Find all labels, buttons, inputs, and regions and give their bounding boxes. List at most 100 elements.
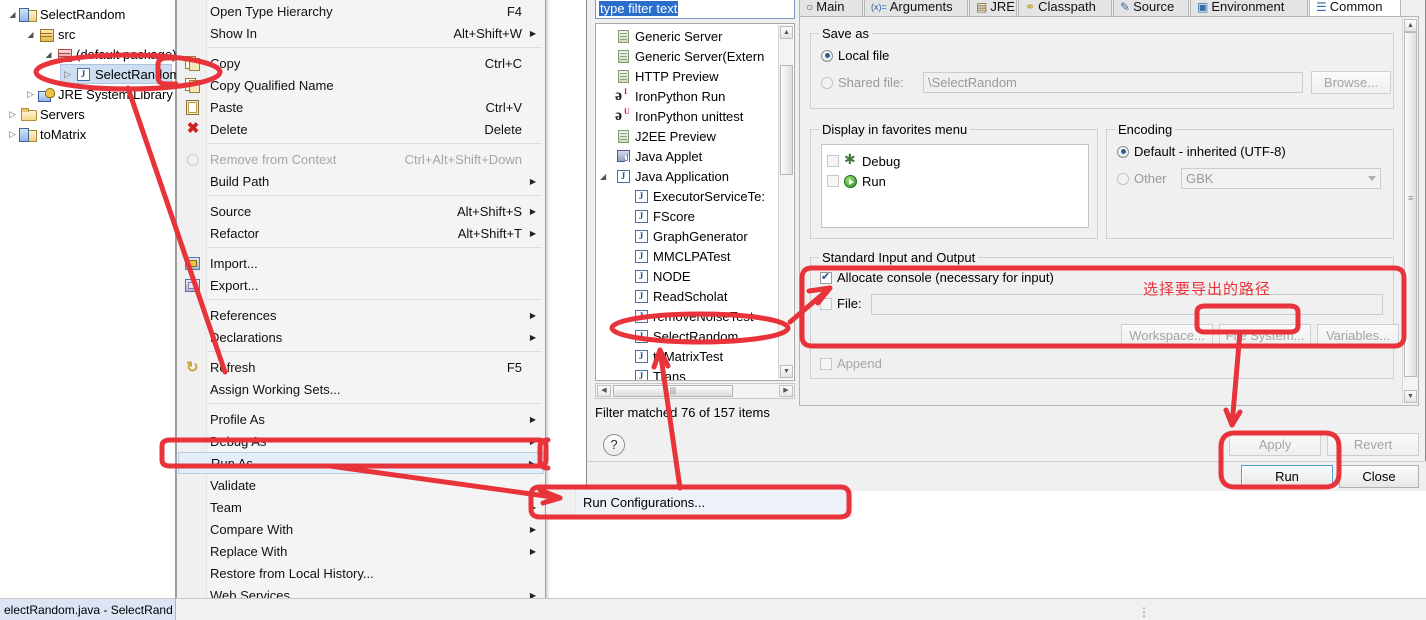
type-tree-item-generic-server-extern[interactable]: Generic Server(Extern [614,46,764,66]
favorites-item-debug[interactable]: Debug [822,151,1088,171]
tree-hscroll-thumb[interactable]: ||| [613,385,733,397]
debug-checkbox[interactable] [827,155,839,167]
type-tree-item-generic-server[interactable]: Generic Server [614,26,722,46]
run-configurations-dialog[interactable]: type filter text J Trans JtoMatrixTest J Sel… [586,0,1426,491]
type-tree-item-java-applet[interactable]: Java Applet [614,146,702,166]
explorer-item-selectrandom[interactable]: JSelectRandom [60,64,180,84]
panel-scroll-up-icon[interactable]: ▲ [1404,19,1417,32]
explorer-item-src[interactable]: src [24,24,75,44]
tree-vertical-scrollbar[interactable]: ▲ ▼ [778,25,793,379]
type-tree-item-removenoisetest[interactable]: JremoveNoiseTest [632,306,753,326]
menu-item-copy-qualified-name[interactable]: Copy Qualified Name [178,74,544,96]
menu-item-run-configurations[interactable]: Run Configurations... [577,492,846,513]
run-checkbox[interactable] [827,175,839,187]
tree-horizontal-scrollbar[interactable]: ◀ ||| ▶ [595,383,795,399]
type-tree-item-java-application[interactable]: ◢ J Java Application [600,166,729,186]
type-tree-item-node[interactable]: J NODE [632,266,691,286]
panel-vertical-scrollbar[interactable]: ▲ ▼ [1402,18,1417,404]
menu-item-profile-as[interactable]: Profile As ▶ [178,408,544,430]
menu-item-refactor[interactable]: Refactor Alt+Shift+T ▶ [178,222,544,244]
menu-item-open-type-hierarchy[interactable]: Open Type Hierarchy F4 [178,0,544,22]
append-row[interactable]: Append [820,356,882,371]
menu-item-export[interactable]: Export... [178,274,544,296]
menu-item-paste[interactable]: Paste Ctrl+V [178,96,544,118]
type-tree-item-http-preview[interactable]: HTTP Preview [614,66,719,86]
type-tree-item-mmclpatest[interactable]: J MMCLPATest [632,246,731,266]
append-checkbox[interactable] [820,357,832,370]
menu-item-run-as[interactable]: Run As ▶ [178,452,544,474]
editor-tab-label[interactable]: electRandom.java - SelectRand [0,599,176,620]
tab-environment[interactable]: ▣ Environment [1190,0,1308,17]
context-menu[interactable]: Open Type Hierarchy F4 Show In Alt+Shift+W ▶… [176,0,546,620]
menu-item-compare-with[interactable]: Compare With ▶ [178,518,544,540]
explorer-item-servers[interactable]: Servers [6,104,85,124]
file-checkbox[interactable] [820,297,832,310]
filter-input[interactable]: type filter text [595,0,795,19]
tree-expand-icon[interactable] [6,129,19,140]
menu-item-declarations[interactable]: Declarations ▶ [178,326,544,348]
shared-file-radio-row[interactable]: Shared file: [821,75,904,90]
menu-item-copy[interactable]: Copy Ctrl+C [178,52,544,74]
tab-classpath[interactable]: ⚭ Classpath [1018,0,1112,17]
explorer-item-jre-system-library[interactable]: JRE System Library [ [24,84,180,104]
configuration-type-tree[interactable]: J Trans JtoMatrixTest J SelectRandom JremoveN… [595,23,795,381]
favorites-listbox[interactable]: Debug Run [821,144,1089,228]
type-tree-item-j2ee-preview[interactable]: J2EE Preview [614,126,716,146]
package-explorer[interactable]: SelectRandomsrc(default package)JSelectR… [0,0,180,598]
type-tree-item-fscore[interactable]: J FScore [632,206,695,226]
type-tree-item-graphgenerator[interactable]: J GraphGenerator [632,226,748,246]
type-tree-item-selectrandom[interactable]: J SelectRandom [632,326,738,346]
tree-collapse-icon[interactable] [6,9,19,19]
variables-button[interactable]: Variables... [1317,324,1399,347]
favorites-item-run[interactable]: Run [822,171,1088,191]
tree-expand-icon[interactable] [6,109,19,120]
panel-scroll-down-icon[interactable]: ▼ [1404,390,1417,403]
file-system-button[interactable]: File System... [1219,324,1311,347]
tab-arguments[interactable]: (x)= Arguments [864,0,968,17]
revert-button[interactable]: Revert [1327,433,1419,456]
explorer-item-selectrandom[interactable]: SelectRandom [6,4,125,24]
type-tree-item-ironpython-run[interactable]: IIronPython Run [614,86,725,106]
allocate-console-checkbox[interactable] [820,270,832,284]
type-tree-item-trans[interactable]: J Trans [632,366,686,380]
scroll-down-arrow-icon[interactable]: ▼ [780,365,793,378]
menu-item-restore-from-local-history[interactable]: Restore from Local History... [178,562,544,584]
menu-item-show-in[interactable]: Show In Alt+Shift+W ▶ [178,22,544,44]
menu-item-assign-working-sets[interactable]: Assign Working Sets... [178,378,544,400]
tab-common[interactable]: ☰ Common [1309,0,1401,17]
scroll-up-arrow-icon[interactable]: ▲ [780,26,793,39]
scroll-left-arrow-icon[interactable]: ◀ [597,385,611,397]
panel-scroll-thumb[interactable] [1404,32,1417,377]
run-button[interactable]: Run [1241,465,1333,488]
encoding-combo[interactable]: GBK [1181,168,1381,189]
file-row[interactable]: File: [820,296,862,311]
menu-item-build-path[interactable]: Build Path ▶ [178,170,544,192]
type-tree-item-ironpython-unittest[interactable]: UIronPython unittest [614,106,743,126]
menu-item-validate[interactable]: Validate [178,474,544,496]
tab-strip[interactable]: ○ Main (x)= Arguments ▤ JRE ⚭ Classpath ✎ Source ▣… [799,0,1419,17]
menu-item-replace-with[interactable]: Replace With ▶ [178,540,544,562]
apply-button[interactable]: Apply [1229,433,1321,456]
tree-scroll-thumb[interactable] [780,65,793,175]
encoding-default-row[interactable]: Default - inherited (UTF-8) [1117,144,1286,159]
explorer-item-default-package[interactable]: (default package) [42,44,176,64]
tab-main[interactable]: ○ Main [799,0,863,17]
encoding-other-radio[interactable] [1117,172,1129,185]
menu-item-references[interactable]: References ▶ [178,304,544,326]
menu-item-refresh[interactable]: Refresh F5 [178,356,544,378]
explorer-item-tomatrix[interactable]: toMatrix [6,124,86,144]
encoding-other-row[interactable]: Other [1117,171,1167,186]
tab-jre[interactable]: ▤ JRE [969,0,1017,17]
menu-item-import[interactable]: Import... [178,252,544,274]
encoding-default-radio[interactable] [1117,145,1129,158]
tree-expand-icon[interactable] [61,69,74,80]
tab-source[interactable]: ✎ Source [1113,0,1189,17]
menu-item-team[interactable]: Team ▶ [178,496,544,518]
tree-collapse-icon[interactable] [42,49,55,59]
workspace-button[interactable]: Workspace... [1121,324,1213,347]
run-as-submenu[interactable]: Run Configurations... [545,488,850,516]
tree-expand-icon[interactable] [24,89,37,100]
local-file-radio[interactable] [821,49,833,62]
allocate-console-row[interactable]: Allocate console (necessary for input) [820,270,1054,285]
menu-item-delete[interactable]: ✖ Delete Delete [178,118,544,140]
